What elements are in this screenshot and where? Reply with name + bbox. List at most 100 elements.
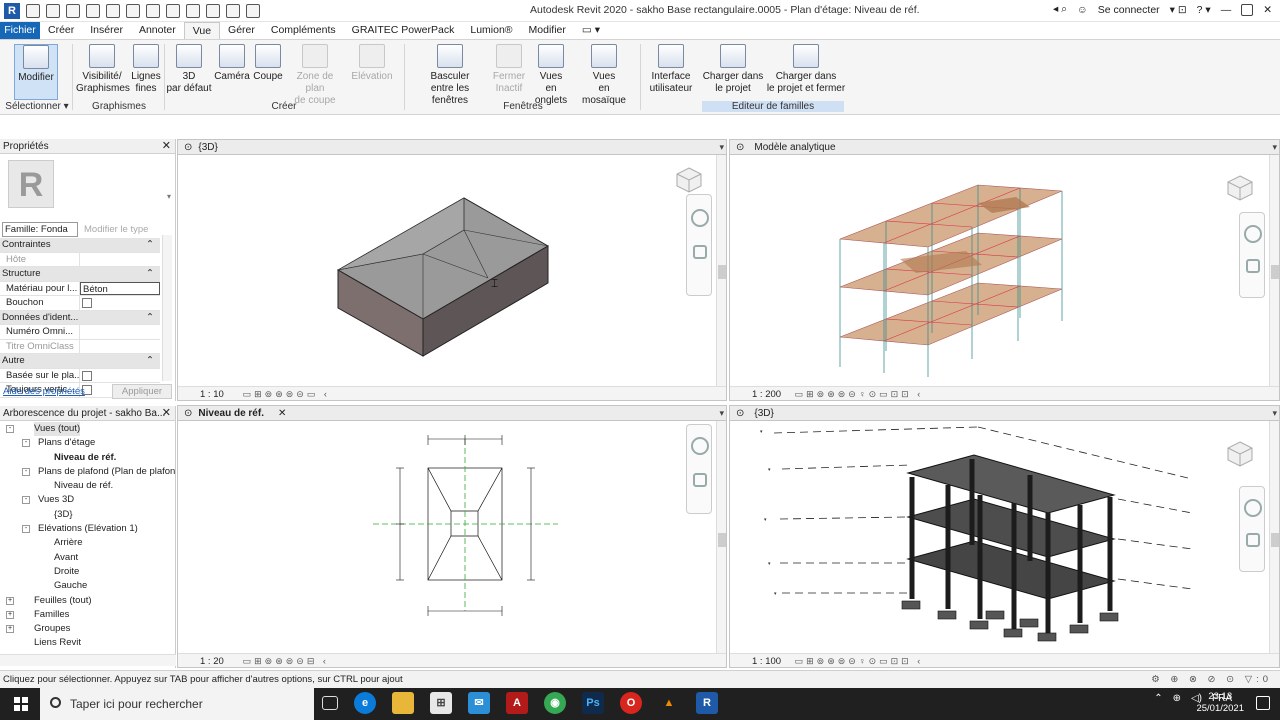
tree-node[interactable]: Liens Revit — [0, 636, 175, 650]
view-scale[interactable]: 1 : 100 — [752, 655, 792, 667]
photoshop-icon[interactable]: Ps — [582, 692, 604, 714]
taskbar-clock[interactable]: 23:13 25/01/2021 — [1196, 691, 1244, 715]
tab-creer[interactable]: Créer — [40, 22, 82, 39]
tab-gerer[interactable]: Gérer — [220, 22, 263, 39]
close-button[interactable]: ✕ — [1263, 4, 1272, 16]
view-menu-icon[interactable]: ▾ — [1272, 140, 1277, 155]
collapse-icon[interactable]: - — [22, 496, 30, 505]
redo-icon[interactable] — [106, 4, 120, 18]
tab-complements[interactable]: Compléments — [263, 22, 344, 39]
expand-icon[interactable]: + — [6, 610, 14, 619]
tree-node[interactable]: Niveau de réf. — [0, 451, 175, 465]
edit-type-button[interactable]: Modifier le type — [84, 224, 148, 235]
camera-button[interactable]: Caméra — [214, 44, 250, 83]
view-control-icons[interactable]: ▭⊞⊚⊛⊜⊝♀⊙▭⊡⊡ ‹ — [795, 387, 924, 400]
collapse-icon[interactable]: - — [6, 425, 14, 433]
close-icon[interactable]: ✕ — [162, 139, 171, 154]
vertical-scrollbar[interactable] — [1269, 421, 1279, 653]
up-arrow-icon[interactable]: ⌃ — [1154, 693, 1162, 704]
select-dropdown[interactable]: Sélectionner ▾ — [4, 101, 70, 112]
browser-scrollbar[interactable] — [0, 654, 176, 666]
modify-button[interactable]: Modifier — [14, 44, 58, 100]
file-explorer-icon[interactable] — [392, 692, 414, 714]
tab-views-button[interactable]: Vues en onglets — [528, 44, 574, 107]
tab-annoter[interactable]: Annoter — [131, 22, 184, 39]
properties-scrollbar[interactable] — [162, 235, 172, 381]
property-value[interactable] — [80, 325, 160, 339]
property-value[interactable] — [80, 296, 160, 310]
viewport-3d-structure[interactable]: ⊙ {3D} ▾ ▾ ▾ ▾ ▾ ▾ 1: 100 ▭⊞⊚⊛⊜⊝♀⊙▭⊡⊡ ‹ — [729, 405, 1280, 668]
property-row[interactable]: Titre OmniClass — [0, 339, 160, 354]
sync-icon[interactable] — [66, 4, 80, 18]
visibility-graphics-button[interactable]: Visibilité/ Graphismes — [76, 44, 130, 95]
revit-logo-icon[interactable]: R — [4, 3, 20, 19]
view-tab-3d-structure[interactable]: {3D} — [750, 406, 781, 421]
tab-vue[interactable]: Vue — [183, 22, 221, 39]
vertical-scrollbar[interactable] — [716, 421, 726, 653]
navigation-bar[interactable] — [686, 424, 712, 514]
viewcube-icon[interactable] — [674, 166, 704, 194]
view-control-icons[interactable]: ▭⊞⊚⊛⊜⊝⊟ ‹ — [243, 654, 329, 667]
thin-lines-button[interactable]: Lignes fines — [128, 44, 164, 95]
tree-node[interactable]: - Elévations (Elévation 1) — [0, 522, 175, 536]
viewport-floor-plan[interactable]: ⊙ Niveau de réf. ✕ ▾ 1: 20 ▭⊞⊚⊛⊜⊝⊟ ‹ — [177, 405, 727, 668]
ribbon-options-icon[interactable]: ▭ ▾ — [574, 22, 608, 39]
default-3d-icon[interactable] — [206, 4, 220, 18]
load-into-project-button[interactable]: Charger dans le projet — [702, 44, 764, 95]
switch-windows-icon[interactable] — [246, 4, 260, 18]
collapse-icon[interactable]: ⌃ — [146, 238, 154, 252]
notification-icon[interactable] — [1256, 696, 1270, 710]
property-group[interactable]: Autre ⌃ — [0, 354, 160, 369]
plan-region-button[interactable]: Zone de plan de coupe — [286, 44, 344, 107]
vertical-scrollbar[interactable] — [1269, 155, 1279, 386]
zoom-icon[interactable] — [693, 245, 707, 259]
property-value[interactable] — [80, 340, 160, 354]
tree-node[interactable]: + Groupes — [0, 622, 175, 636]
view-tab-niveau[interactable]: Niveau de réf. — [198, 406, 272, 421]
elevation-button[interactable]: Elévation — [348, 44, 396, 83]
property-row[interactable]: Bouchon — [0, 296, 160, 311]
property-row[interactable]: Numéro Omni... — [0, 325, 160, 340]
apply-button[interactable]: Appliquer — [112, 384, 172, 399]
task-view-icon[interactable] — [322, 696, 338, 710]
minimize-button[interactable]: — — [1221, 4, 1232, 16]
tree-node[interactable]: {3D} — [0, 508, 175, 522]
navigation-bar[interactable] — [1239, 486, 1265, 572]
tab-lumion[interactable]: Lumion® — [462, 22, 520, 39]
measure-icon[interactable] — [146, 4, 160, 18]
dimension-icon[interactable] — [166, 4, 180, 18]
search-icon[interactable]: ◂ ⌕ — [1053, 3, 1067, 16]
section-button[interactable]: Coupe — [252, 44, 284, 83]
tree-node[interactable]: - Plans d'étage — [0, 436, 175, 450]
navigation-bar[interactable] — [1239, 212, 1265, 298]
property-value[interactable] — [80, 253, 160, 267]
taskbar-search[interactable]: Taper ici pour rechercher — [40, 688, 314, 720]
windows-start-icon[interactable] — [14, 697, 28, 711]
switch-windows-button[interactable]: Basculer entre les fenêtres — [412, 44, 488, 107]
chrome-icon[interactable]: ◉ — [544, 692, 566, 714]
tab-graitec[interactable]: GRAITEC PowerPack — [344, 22, 463, 39]
steering-wheel-icon[interactable] — [1244, 225, 1262, 243]
close-icon[interactable]: ✕ — [162, 406, 171, 421]
view-scale[interactable]: 1 : 20 — [200, 655, 240, 667]
help-icon[interactable]: ? ▾ — [1197, 4, 1211, 16]
close-inactive-button[interactable]: Fermer Inactif — [490, 44, 528, 95]
save-icon[interactable] — [46, 4, 60, 18]
tree-node[interactable]: + Familles — [0, 608, 175, 622]
view-scale[interactable]: 1 : 10 — [200, 388, 240, 400]
tree-node[interactable]: Gauche — [0, 579, 175, 593]
zoom-icon[interactable] — [1246, 259, 1260, 273]
tab-modifier[interactable]: Modifier — [521, 22, 574, 39]
viewport-analytical-model[interactable]: ⊙ Modèle analytique ▾ 1: 200 ▭⊞⊚⊛⊜⊝♀⊙▭⊡… — [729, 139, 1280, 401]
default-3d-button[interactable]: 3D par défaut — [166, 44, 212, 95]
mail-icon[interactable]: ✉ — [468, 692, 490, 714]
checkbox[interactable] — [82, 298, 92, 308]
navigation-bar[interactable] — [686, 194, 712, 296]
view-menu-icon[interactable]: ▾ — [1272, 406, 1277, 421]
property-group[interactable]: Contraintes ⌃ — [0, 238, 160, 253]
tile-views-button[interactable]: Vues en mosaïque — [576, 44, 632, 107]
expand-icon[interactable]: + — [6, 625, 14, 634]
status-icons[interactable]: ⚙ ⊕ ⊗ ⊘ ⊙ ▽:0 — [1151, 671, 1272, 688]
tree-node[interactable]: Avant — [0, 551, 175, 565]
property-group[interactable]: Données d'ident... ⌃ — [0, 310, 160, 325]
